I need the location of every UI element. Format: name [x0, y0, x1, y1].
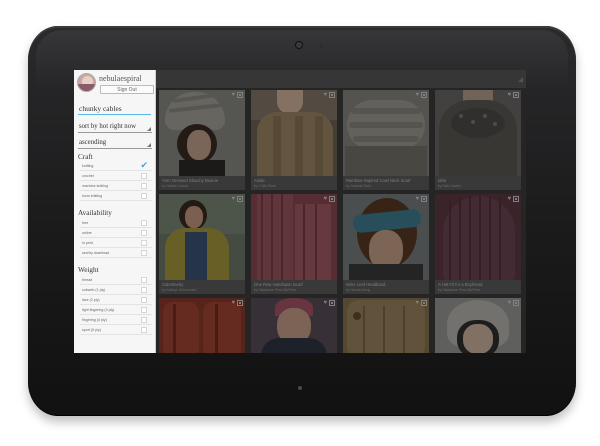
filter-option-lace[interactable]: lace (2 ply): [80, 295, 152, 305]
filter-option-label: loom knitting: [82, 194, 103, 198]
order-select[interactable]: ascending: [78, 136, 152, 149]
avatar[interactable]: [77, 73, 96, 92]
checkbox[interactable]: [141, 307, 147, 313]
modal-scrim[interactable]: [156, 70, 526, 353]
filter-option-knitting[interactable]: knitting ✔: [80, 160, 152, 171]
filter-option-label: lace (2 ply): [82, 298, 100, 302]
filter-option-in-print[interactable]: in print: [80, 238, 152, 248]
checkbox[interactable]: [141, 240, 147, 246]
filter-option-online[interactable]: online: [80, 228, 152, 238]
filter-option-label: light fingering (3 ply): [82, 308, 115, 312]
filter-option-label: sport (5 ply): [82, 328, 101, 332]
dropdown-corner-icon: [147, 143, 151, 147]
filter-option-thread[interactable]: thread: [80, 275, 152, 285]
filter-option-label: knitting: [82, 164, 94, 168]
filter-option-label: free: [82, 221, 89, 225]
sort-value: sort by hot right now: [79, 123, 137, 130]
sort-select[interactable]: sort by hot right now: [78, 120, 152, 133]
checkbox[interactable]: [141, 287, 147, 293]
filter-option-label: online: [82, 231, 92, 235]
filter-option-label: thread: [82, 278, 93, 282]
filter-option-label: crochet: [82, 174, 94, 178]
order-value: ascending: [79, 139, 107, 146]
filter-option-label: machine knitting: [82, 184, 108, 188]
pattern-grid: ♥ Yarn Grooved Slouchy Beanie by Natalie…: [156, 70, 526, 353]
section-header-weight: Weight: [78, 266, 99, 274]
checkbox[interactable]: [141, 220, 147, 226]
filter-option-cobweb[interactable]: cobweb (1 ply): [80, 285, 152, 295]
section-header-availability: Availability: [78, 209, 112, 217]
filter-option-crochet[interactable]: crochet: [80, 171, 152, 181]
filter-option-label: cobweb (1 ply): [82, 288, 106, 292]
checkbox[interactable]: [141, 250, 147, 256]
light-sensor: [320, 45, 323, 48]
app-screen: ♥ Yarn Grooved Slouchy Beanie by Natalie…: [74, 70, 526, 353]
filter-option-fingering[interactable]: fingering (4 ply): [80, 315, 152, 325]
section-header-craft: Craft: [78, 153, 93, 161]
checkbox[interactable]: [141, 317, 147, 323]
notification-light: [298, 386, 302, 390]
checkbox[interactable]: [141, 193, 147, 199]
username: nebulaespiral: [99, 74, 142, 83]
filter-drawer: nebulaespiral Sign Out chunky cables sor…: [74, 70, 156, 353]
dropdown-corner-icon: [147, 127, 151, 131]
sign-out-button[interactable]: Sign Out: [100, 85, 154, 94]
filter-option-light-fingering[interactable]: light fingering (3 ply): [80, 305, 152, 315]
checkbox[interactable]: [141, 277, 147, 283]
filter-option-free[interactable]: free: [80, 218, 152, 228]
checkmark-icon[interactable]: ✔: [140, 160, 148, 170]
filter-option-sport[interactable]: sport (5 ply): [80, 325, 152, 335]
search-input[interactable]: chunky cables: [78, 103, 151, 115]
filter-option-label: fingering (4 ply): [82, 318, 107, 322]
checkbox[interactable]: [141, 297, 147, 303]
checkbox[interactable]: [141, 327, 147, 333]
checkbox[interactable]: [141, 183, 147, 189]
filter-option-label: ravelry download: [82, 251, 110, 255]
filter-option-loom-knitting[interactable]: loom knitting: [80, 191, 152, 201]
filter-option-ravelry-download[interactable]: ravelry download: [80, 248, 152, 258]
checkbox[interactable]: [141, 173, 147, 179]
checkbox[interactable]: [141, 230, 147, 236]
filter-option-label: in print: [82, 241, 93, 245]
front-camera: [296, 42, 302, 48]
search-value: chunky cables: [79, 104, 122, 113]
filter-option-machine-knitting[interactable]: machine knitting: [80, 181, 152, 191]
